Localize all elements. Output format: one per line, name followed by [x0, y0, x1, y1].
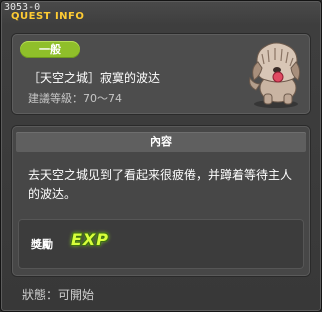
status-label: 狀態：	[22, 288, 59, 302]
status-value: 可開始	[58, 288, 95, 302]
quest-content-panel: 內容 去天空之城见到了看起来很疲倦，并蹲着等待主人的波达。 獎勵 EXP	[12, 126, 310, 276]
exp-reward-icon: EXP	[71, 230, 109, 249]
quest-header-panel: 一般 ［天空之城］寂寞的波达 建議等級：70～74	[12, 34, 310, 114]
quest-status: 狀態：可開始	[22, 286, 94, 303]
level-range: 70～74	[83, 92, 122, 105]
reward-label: 獎勵	[31, 238, 53, 251]
quest-name: ［天空之城］寂寞的波达	[28, 71, 161, 85]
recommended-level: 建議等級：70～74	[28, 90, 122, 106]
quest-description: 去天空之城见到了看起来很疲倦，并蹲着等待主人的波达。	[28, 168, 293, 201]
npc-dog-portrait-icon	[249, 42, 301, 108]
reward-box: 獎勵 EXP	[18, 219, 304, 269]
window-title: QUEST INFO	[11, 11, 85, 22]
level-label: 建議等級：	[28, 92, 83, 105]
quest-category-badge: 一般	[20, 41, 80, 58]
content-heading: 內容	[16, 132, 306, 152]
quest-info-window: 3053-0 QUEST INFO 一般 ［天空之城］寂寞的波达 建議等級：70…	[0, 0, 322, 312]
